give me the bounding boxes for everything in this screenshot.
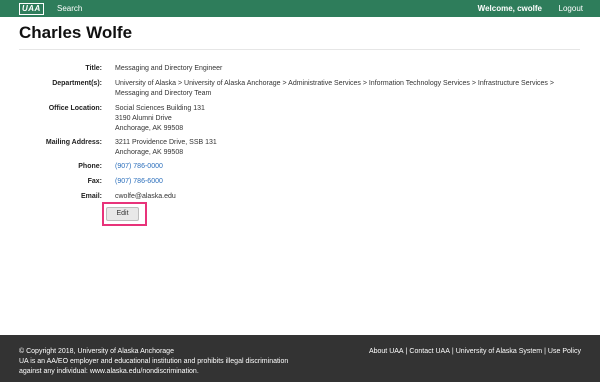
- departments-line: Messaging and Directory Team: [115, 90, 212, 97]
- phone-value-wrap: (907) 786-0000: [115, 162, 575, 172]
- fax-label: Fax:: [87, 178, 102, 185]
- nondiscrimination-text: UA is an AA/EO employer and educational …: [19, 358, 289, 365]
- mailing-address-label: Mailing Address:: [45, 139, 102, 146]
- phone-label: Phone:: [78, 163, 102, 170]
- fax-link[interactable]: (907) 786-6000: [115, 178, 163, 185]
- top-nav-bar: UAA Search Welcome, cwolfe Logout: [0, 0, 600, 17]
- divider: [19, 49, 580, 50]
- phone-link[interactable]: (907) 786-0000: [115, 163, 163, 170]
- page-title: Charles Wolfe: [19, 23, 133, 42]
- copyright-text: © Copyright 2018, University of Alaska A…: [19, 348, 174, 355]
- email-value: cwolfe@alaska.edu: [115, 193, 176, 200]
- footer: © Copyright 2018, University of Alaska A…: [0, 335, 600, 382]
- fax-value-wrap: (907) 786-6000: [115, 177, 575, 187]
- search-link[interactable]: Search: [57, 4, 82, 13]
- office-location-label: Office Location:: [48, 105, 102, 112]
- office-location-line: 3190 Alumni Drive: [115, 115, 172, 122]
- footer-link-contact[interactable]: Contact UAA: [409, 348, 449, 355]
- footer-link-ua-system[interactable]: University of Alaska System: [456, 348, 542, 355]
- logout-link[interactable]: Logout: [559, 4, 583, 13]
- office-location-line: Social Sciences Building 131: [115, 105, 205, 112]
- title-label: Title:: [85, 65, 102, 72]
- footer-links: About UAA | Contact UAA | University of Alas…: [369, 347, 581, 357]
- mailing-address-line: Anchorage, AK 99508: [115, 149, 184, 156]
- mailing-address-line: 3211 Providence Drive, SSB 131: [115, 139, 217, 146]
- departments-line: University of Alaska > University of Ala…: [115, 80, 554, 87]
- office-location-value: Social Sciences Building 131 3190 Alumni…: [115, 104, 575, 134]
- footer-link-use-policy[interactable]: Use Policy: [548, 348, 581, 355]
- departments-value: University of Alaska > University of Ala…: [115, 79, 575, 99]
- footer-link-about[interactable]: About UAA: [369, 348, 404, 355]
- mailing-address-value: 3211 Providence Drive, SSB 131 Anchorage…: [115, 138, 575, 158]
- uaa-logo[interactable]: UAA: [19, 3, 44, 15]
- office-location-line: Anchorage, AK 99508: [115, 125, 184, 132]
- email-label: Email:: [80, 193, 102, 200]
- nondiscrimination-text: against any individual: www.alaska.edu/n…: [19, 368, 199, 375]
- footer-legal: © Copyright 2018, University of Alaska A…: [19, 347, 339, 377]
- edit-button[interactable]: Edit: [106, 207, 139, 221]
- welcome-text: Welcome, cwolfe: [477, 4, 542, 13]
- departments-label: Department(s):: [52, 80, 102, 87]
- title-value: Messaging and Directory Engineer: [115, 65, 223, 72]
